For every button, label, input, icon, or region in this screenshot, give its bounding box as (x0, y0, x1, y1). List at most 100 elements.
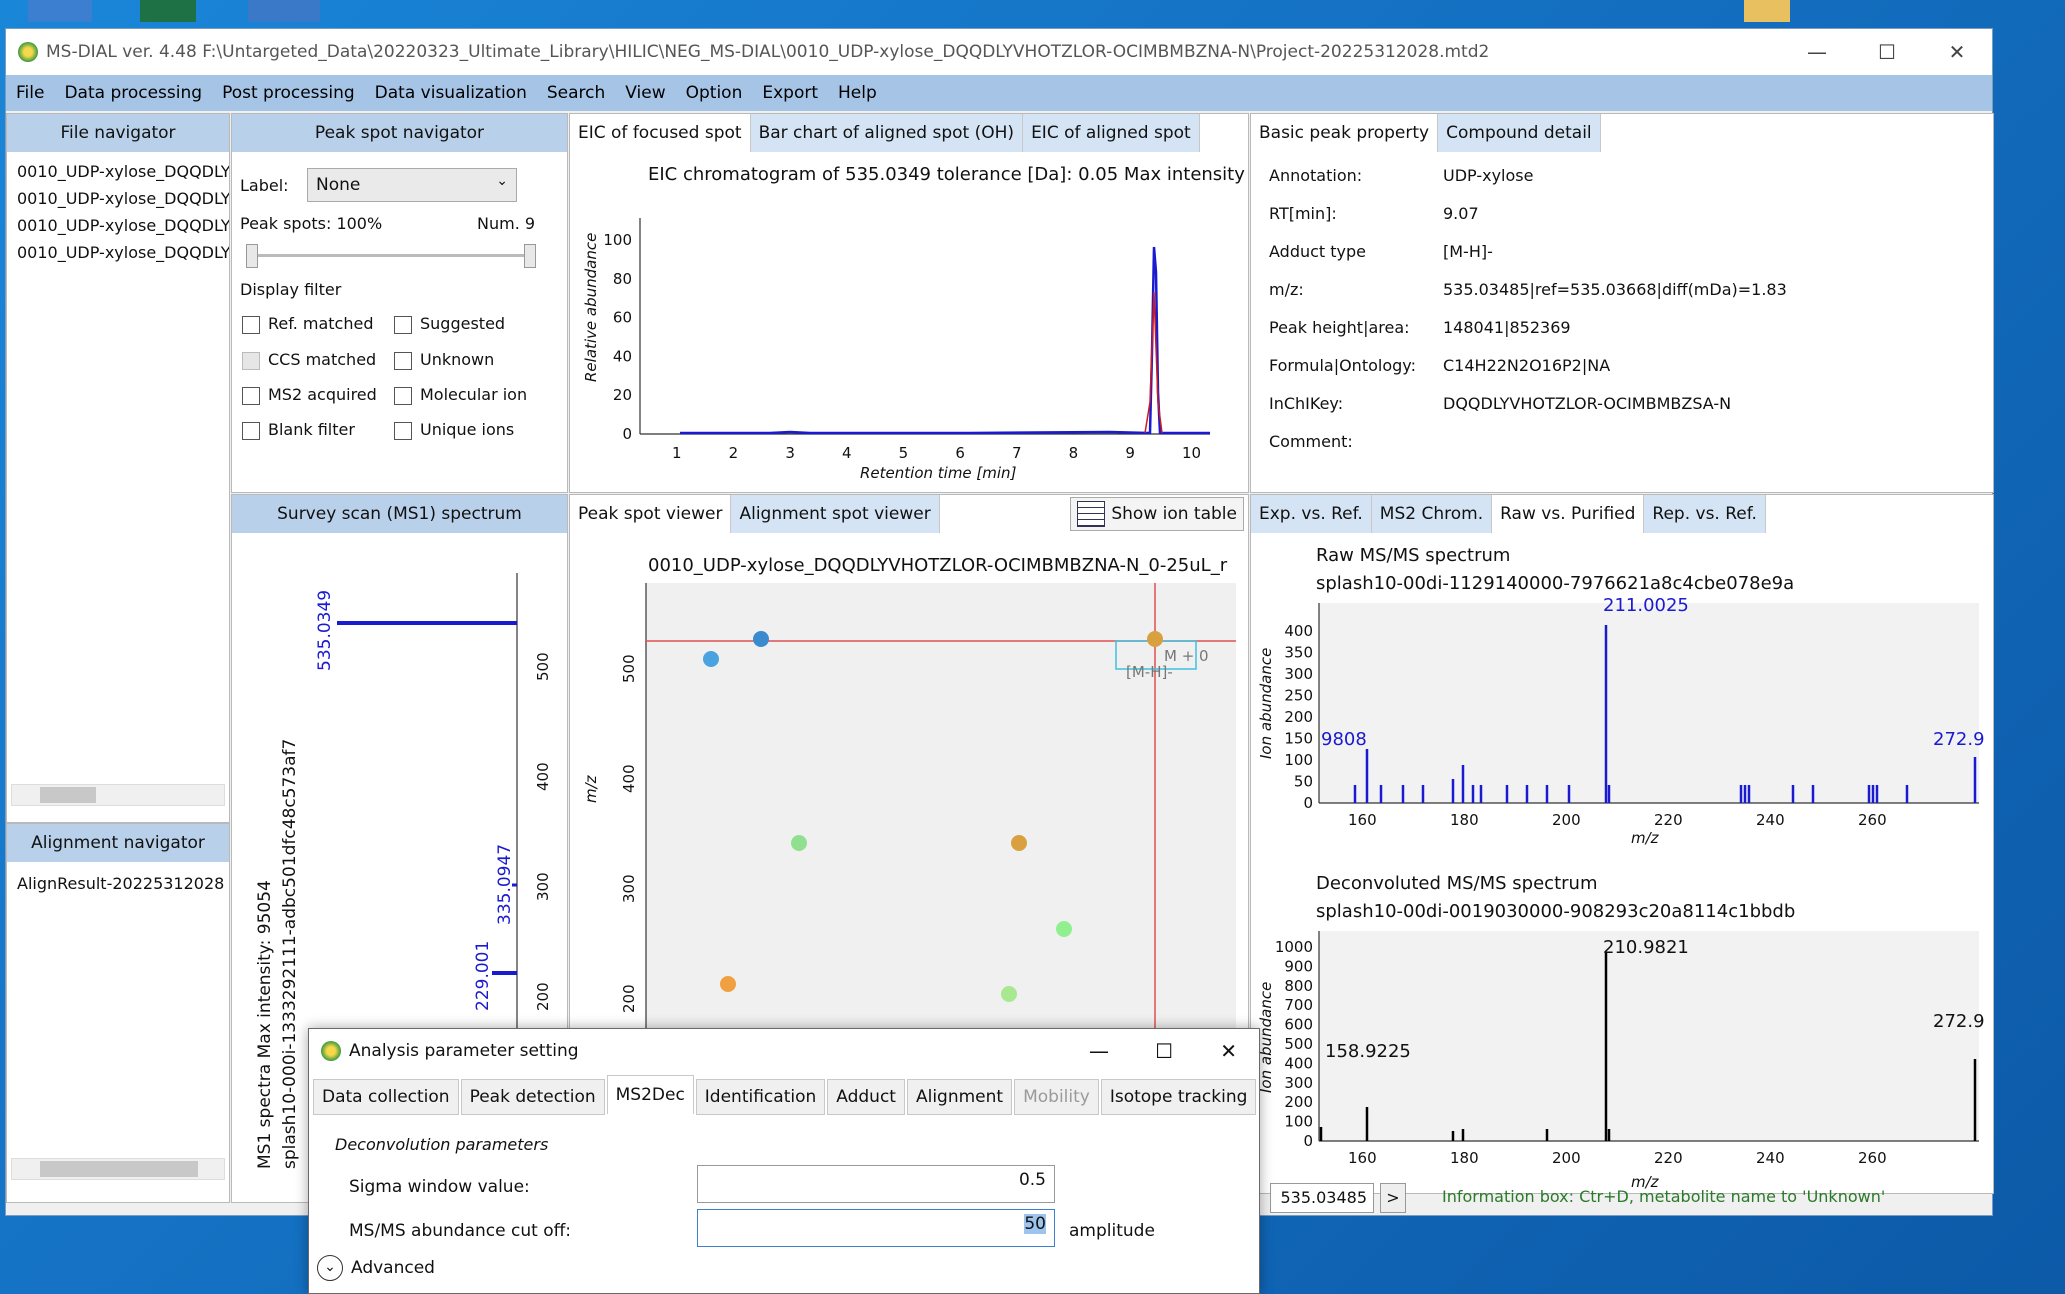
tab-eic-aligned[interactable]: EIC of aligned spot (1023, 114, 1200, 152)
survey-scan-header: Survey scan (MS1) spectrum (232, 495, 567, 533)
mz-status-input[interactable]: 535.03485 (1270, 1183, 1374, 1213)
dialog-minimize-button[interactable]: — (1089, 1039, 1109, 1063)
menu-view[interactable]: View (625, 83, 665, 103)
tick-label: 1 (672, 444, 682, 462)
svg-text:300: 300 (534, 872, 552, 901)
tab-alignment-spot-viewer[interactable]: Alignment spot viewer (731, 495, 940, 533)
raw-ms-title: Raw MS/MS spectrum (1316, 545, 1511, 566)
spot-point (720, 976, 736, 992)
alignment-navigator-scrollbar[interactable] (11, 1158, 225, 1180)
alignment-navigator-panel: Alignment navigator AlignResult-20225312… (6, 823, 230, 1203)
advanced-toggle[interactable]: ⌄ Advanced (317, 1255, 435, 1281)
dialog-maximize-button[interactable]: ☐ (1155, 1039, 1173, 1063)
property-value: 9.07 (1443, 204, 1479, 223)
tab-bar-chart-aligned[interactable]: Bar chart of aligned spot (OH) (750, 114, 1024, 152)
minimize-button[interactable]: — (1782, 29, 1852, 75)
property-value: [M-H]- (1443, 242, 1493, 261)
status-bar: 535.03485 > Information box: Ctr+D, meta… (1250, 1183, 1994, 1217)
tab-rep-vs-ref[interactable]: Rep. vs. Ref. (1644, 495, 1766, 533)
tick-label: 100 (1284, 1113, 1313, 1131)
file-navigator-scrollbar[interactable] (11, 784, 225, 806)
raw-left-label: 9808 (1321, 729, 1367, 750)
tick-label: 200 (1552, 1149, 1581, 1167)
excel-icon[interactable] (140, 0, 196, 22)
filter-unknown[interactable]: Unknown (394, 350, 494, 370)
close-button[interactable]: ✕ (1922, 29, 1992, 75)
menu-export[interactable]: Export (762, 83, 818, 103)
file-item[interactable]: 0010_UDP-xylose_DQQDLY (7, 158, 229, 185)
window-title: MS-DIAL ver. 4.48 F:\Untargeted_Data\202… (46, 42, 1490, 62)
alignment-item[interactable]: AlignResult-20225312028 (7, 870, 234, 897)
show-ion-table-button[interactable]: Show ion table (1070, 497, 1244, 531)
file-item[interactable]: 0010_UDP-xylose_DQQDLY (7, 239, 229, 266)
property-key: Comment: (1269, 432, 1353, 451)
folder-icon[interactable] (1744, 0, 1790, 22)
property-value: DQQDLYVHOTZLOR-OCIMBMBZSA-N (1443, 394, 1732, 413)
cutoff-input[interactable]: 50 (697, 1209, 1055, 1247)
maximize-button[interactable]: ☐ (1852, 29, 1922, 75)
desktop-file-icon[interactable] (248, 0, 320, 22)
tab-adduct[interactable]: Adduct (827, 1079, 905, 1115)
tab-identification[interactable]: Identification (695, 1079, 826, 1115)
filter-unique-ions[interactable]: Unique ions (394, 420, 514, 440)
tab-peak-detection[interactable]: Peak detection (460, 1079, 605, 1115)
peak-spots-slider[interactable] (246, 244, 536, 268)
tab-basic-peak-property[interactable]: Basic peak property (1251, 114, 1439, 152)
tab-isotope-tracking[interactable]: Isotope tracking (1100, 1079, 1257, 1115)
tab-exp-vs-ref[interactable]: Exp. vs. Ref. (1251, 495, 1372, 533)
tab-alignment[interactable]: Alignment (906, 1079, 1013, 1115)
menu-help[interactable]: Help (838, 83, 877, 103)
tab-raw-vs-purified[interactable]: Raw vs. Purified (1492, 495, 1645, 533)
property-key: InChIKey: (1269, 394, 1344, 413)
filter-ms2-acquired[interactable]: MS2 acquired (242, 385, 377, 405)
tab-ms2-chrom[interactable]: MS2 Chrom. (1371, 495, 1493, 533)
file-item[interactable]: 0010_UDP-xylose_DQQDLY (7, 212, 229, 239)
slider-left-handle[interactable] (246, 244, 258, 268)
cutoff-label: MS/MS abundance cut off: (349, 1221, 572, 1241)
spot-point (753, 631, 769, 647)
tick-label: 4 (842, 444, 852, 462)
dialog-title: Analysis parameter setting (349, 1041, 579, 1061)
deconv-right-label: 272.9 (1933, 1011, 1985, 1032)
property-key: Annotation: (1269, 166, 1363, 185)
menu-search[interactable]: Search (547, 83, 605, 103)
filter-blank[interactable]: Blank filter (242, 420, 355, 440)
peak-spots-text: Peak spots: 100% (240, 214, 383, 233)
tick-label: 160 (1348, 811, 1377, 829)
raw-ms-splash: splash10-00di-1129140000-7976621a8c4cbe0… (1316, 573, 1795, 594)
menu-data-visualization[interactable]: Data visualization (375, 83, 527, 103)
slider-right-handle[interactable] (524, 244, 536, 268)
raw-right-label: 272.9 (1933, 729, 1985, 750)
filter-ref-matched[interactable]: Ref. matched (242, 314, 373, 334)
tab-ms2dec[interactable]: MS2Dec (606, 1075, 694, 1114)
desktop-app-icon[interactable] (28, 0, 92, 22)
tab-eic-focused[interactable]: EIC of focused spot (570, 114, 751, 152)
deconv-top-label: 210.9821 (1603, 937, 1689, 958)
tab-compound-detail[interactable]: Compound detail (1438, 114, 1601, 152)
file-item[interactable]: 0010_UDP-xylose_DQQDLY (7, 185, 229, 212)
filter-ccs-matched[interactable]: CCS matched (242, 350, 376, 370)
dialog-close-button[interactable]: ✕ (1220, 1039, 1237, 1063)
menu-data-processing[interactable]: Data processing (64, 83, 202, 103)
tab-data-collection[interactable]: Data collection (313, 1079, 459, 1115)
tick-label: 3 (785, 444, 795, 462)
property-tabs: Basic peak property Compound detail (1251, 114, 1601, 152)
tab-mobility[interactable]: Mobility (1014, 1079, 1099, 1115)
sigma-input[interactable]: 0.5 (697, 1165, 1055, 1203)
property-key: m/z: (1269, 280, 1304, 299)
menu-post-processing[interactable]: Post processing (222, 83, 355, 103)
svg-text:400: 400 (620, 764, 638, 793)
filter-molecular-ion[interactable]: Molecular ion (394, 385, 527, 405)
label-select[interactable]: None ⌄ (307, 168, 517, 202)
property-key: Adduct type (1269, 242, 1367, 261)
go-button[interactable]: > (1380, 1183, 1406, 1213)
property-value: 148041|852369 (1443, 318, 1571, 337)
menu-option[interactable]: Option (686, 83, 743, 103)
filter-suggested[interactable]: Suggested (394, 314, 505, 334)
tick-label: 80 (613, 270, 632, 288)
tab-peak-spot-viewer[interactable]: Peak spot viewer (570, 495, 732, 533)
raw-ms-chart: Ion abundance 0 50 100 150 200 250 300 350 400 16… (1257, 595, 1985, 845)
menu-file[interactable]: File (16, 83, 44, 103)
tick-label: 8 (1069, 444, 1079, 462)
tick-label: 20 (613, 386, 632, 404)
